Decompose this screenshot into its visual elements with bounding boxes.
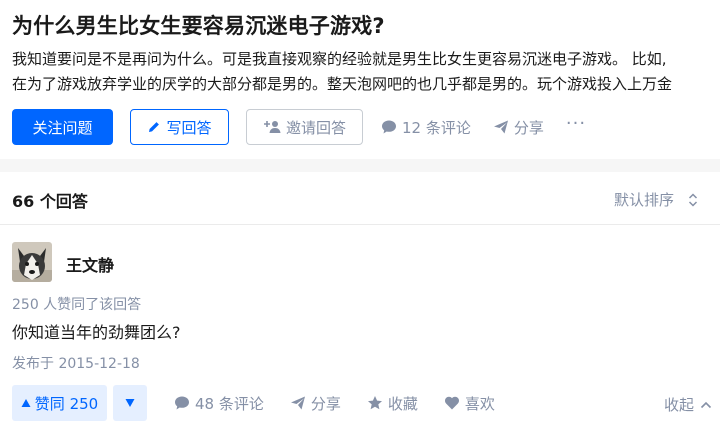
vote-summary: 250 人赞同了该回答 bbox=[12, 297, 142, 313]
question-excerpt-line: 在为了游戏放弃学业的厌学的大部分都是男的。整天泡网吧的也几乎都是男的。玩个游戏投… bbox=[12, 75, 673, 93]
upvote-icon bbox=[21, 399, 31, 407]
invite-user-icon bbox=[263, 121, 281, 133]
like-label: 喜欢 bbox=[464, 394, 495, 413]
sort-icon bbox=[688, 192, 698, 207]
collect-button[interactable]: 收藏 bbox=[367, 393, 418, 414]
comment-icon bbox=[382, 120, 396, 134]
share-icon bbox=[290, 396, 305, 410]
like-button[interactable]: 喜欢 bbox=[444, 393, 495, 414]
answers-card: 66 个回答 默认排序 王文静 250 人赞同了该回答 你知道当年的劲舞团么? … bbox=[0, 172, 720, 434]
answer-content[interactable]: 你知道当年的劲舞团么? bbox=[12, 319, 181, 343]
publish-time[interactable]: 发布于 2015-12-18 bbox=[12, 353, 140, 373]
star-icon bbox=[367, 396, 382, 410]
answers-header: 66 个回答 默认排序 bbox=[0, 172, 720, 225]
more-options-button[interactable]: ··· bbox=[566, 115, 586, 139]
pencil-icon bbox=[149, 122, 160, 132]
downvote-button[interactable] bbox=[113, 385, 147, 421]
share-icon bbox=[493, 120, 508, 134]
upvote-label: 赞同 250 bbox=[34, 394, 99, 413]
question-title[interactable]: 为什么男生比女生要容易沉迷电子游戏? bbox=[12, 10, 385, 40]
invite-answer-label: 邀请回答 bbox=[285, 118, 346, 137]
upvote-button[interactable]: 赞同 250 bbox=[12, 385, 107, 421]
answer-count: 66 个回答 bbox=[12, 192, 88, 211]
comment-icon bbox=[175, 396, 189, 410]
answer-comments-button[interactable]: 48 条评论 bbox=[174, 393, 264, 414]
collapse-label: 收起 bbox=[663, 396, 694, 414]
chevron-up-icon bbox=[700, 401, 712, 408]
question-excerpt[interactable]: 我知道要问是不是再问为什么。可是我直接观察的经验就是男生比女生更容易沉迷电子游戏… bbox=[12, 47, 712, 99]
question-share-label: 分享 bbox=[513, 118, 544, 137]
write-answer-label: 写回答 bbox=[166, 118, 212, 137]
collect-label: 收藏 bbox=[387, 394, 418, 413]
author-name[interactable]: 王文静 bbox=[66, 252, 114, 276]
sort-dropdown[interactable]: 默认排序 bbox=[614, 189, 698, 210]
heart-icon bbox=[444, 396, 459, 410]
question-actions: 关注问题 写回答 邀请回答 12 条评论 分享 ··· bbox=[12, 109, 586, 145]
invite-answer-button[interactable]: 邀请回答 bbox=[246, 109, 363, 145]
answer-actions: 赞同 250 48 条评论 分享 收藏 喜欢 收起 bbox=[12, 385, 712, 421]
avatar[interactable] bbox=[12, 242, 52, 282]
follow-question-button[interactable]: 关注问题 bbox=[12, 109, 113, 145]
question-card: 为什么男生比女生要容易沉迷电子游戏? 我知道要问是不是再问为什么。可是我直接观察… bbox=[0, 0, 720, 159]
answer-comments-label: 48 条评论 bbox=[195, 394, 264, 413]
question-share-button[interactable]: 分享 bbox=[493, 117, 544, 138]
question-comments-label: 12 条评论 bbox=[402, 118, 471, 137]
collapse-button[interactable]: 收起 bbox=[664, 394, 712, 415]
question-comments-button[interactable]: 12 条评论 bbox=[381, 117, 471, 138]
downvote-icon bbox=[125, 399, 135, 407]
sort-label: 默认排序 bbox=[613, 191, 674, 209]
question-excerpt-line: 我知道要问是不是再问为什么。可是我直接观察的经验就是男生比女生更容易沉迷电子游戏… bbox=[12, 50, 667, 68]
write-answer-button[interactable]: 写回答 bbox=[130, 109, 229, 145]
answer-share-button[interactable]: 分享 bbox=[290, 393, 341, 414]
answer-share-label: 分享 bbox=[310, 394, 341, 413]
